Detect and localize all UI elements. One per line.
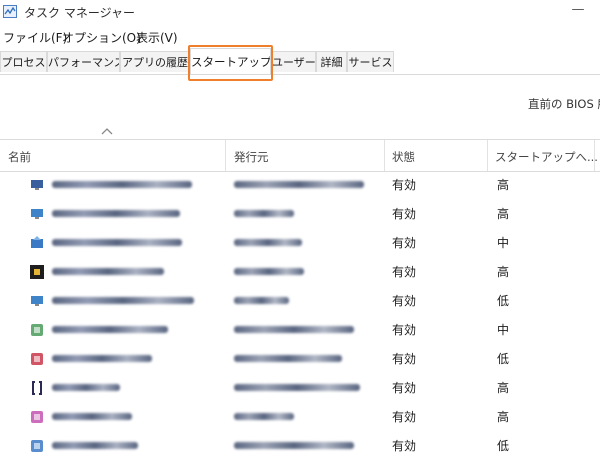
- redacted-app-name: [52, 384, 120, 391]
- redacted-app-name: [52, 268, 164, 275]
- tab-users[interactable]: ユーザー: [271, 51, 316, 72]
- redacted-app-name: [52, 355, 152, 362]
- startup-impact-cell: 高: [497, 178, 510, 192]
- status-cell: 有効: [392, 207, 417, 221]
- last-bios-time-label: 直前の BIOS 所: [528, 97, 600, 111]
- table-row[interactable]: 有効 高: [0, 170, 600, 199]
- startup-impact-cell: 高: [497, 381, 510, 395]
- status-cell: 有効: [392, 178, 417, 192]
- redacted-publisher: [234, 268, 304, 275]
- status-cell: 有効: [392, 323, 417, 337]
- redacted-publisher: [234, 442, 354, 449]
- status-cell: 有効: [392, 294, 417, 308]
- status-cell: 有効: [392, 265, 417, 279]
- table-row[interactable]: 有効 高: [0, 199, 600, 228]
- dark-box-icon: [29, 264, 45, 280]
- redacted-publisher: [234, 181, 364, 188]
- monitor-icon: [29, 206, 45, 222]
- menu-view[interactable]: 表示(V): [136, 29, 178, 46]
- status-cell: 有効: [392, 352, 417, 366]
- app-icon: [29, 438, 45, 454]
- redacted-app-name: [52, 297, 194, 304]
- table-row[interactable]: 有効 高: [0, 402, 600, 431]
- redacted-app-name: [52, 210, 180, 217]
- column-status[interactable]: 状態: [392, 149, 415, 165]
- startup-impact-cell: 中: [497, 323, 510, 337]
- redacted-publisher: [234, 297, 289, 304]
- column-divider[interactable]: [225, 140, 226, 171]
- column-name[interactable]: 名前: [8, 149, 31, 165]
- column-publisher[interactable]: 発行元: [234, 149, 269, 165]
- startup-impact-cell: 低: [497, 352, 510, 366]
- title-bar: タスク マネージャー —: [0, 0, 600, 24]
- table-row[interactable]: 有効 中: [0, 315, 600, 344]
- startup-impact-cell: 低: [497, 439, 510, 453]
- window-title: タスク マネージャー: [24, 6, 135, 20]
- tab-details[interactable]: 詳細: [316, 51, 347, 72]
- column-divider[interactable]: [594, 140, 595, 171]
- menu-file[interactable]: ファイル(F): [3, 29, 67, 46]
- redacted-publisher: [234, 413, 294, 420]
- sort-ascending-icon[interactable]: [101, 126, 113, 136]
- table-row[interactable]: 有効 低: [0, 344, 600, 373]
- column-startup-impact[interactable]: スタートアップへ...: [495, 149, 598, 165]
- redacted-publisher: [234, 384, 360, 391]
- installer-icon: [29, 235, 45, 251]
- startup-impact-cell: 高: [497, 265, 510, 279]
- tab-performance[interactable]: パフォーマンス: [47, 51, 120, 72]
- table-row[interactable]: 有効 低: [0, 431, 600, 460]
- redacted-publisher: [234, 239, 302, 246]
- redacted-publisher: [234, 326, 354, 333]
- bracket-icon: [29, 380, 45, 396]
- redacted-publisher: [234, 355, 342, 362]
- task-manager-icon: [3, 5, 17, 18]
- table-row[interactable]: 有効 低: [0, 286, 600, 315]
- startup-impact-cell: 低: [497, 294, 510, 308]
- status-cell: 有効: [392, 381, 417, 395]
- startup-impact-cell: 高: [497, 410, 510, 424]
- redacted-app-name: [52, 413, 132, 420]
- redacted-app-name: [52, 442, 138, 449]
- column-divider[interactable]: [384, 140, 385, 171]
- table-row[interactable]: 有効 中: [0, 228, 600, 257]
- redacted-publisher: [234, 210, 294, 217]
- tab-startup[interactable]: スタートアップ: [190, 48, 271, 74]
- table-row[interactable]: 有効 高: [0, 373, 600, 402]
- tab-processes[interactable]: プロセス: [0, 51, 47, 72]
- redacted-app-name: [52, 181, 192, 188]
- tab-app-history[interactable]: アプリの履歴: [120, 51, 190, 72]
- status-cell: 有効: [392, 410, 417, 424]
- status-cell: 有効: [392, 236, 417, 250]
- monitor-icon: [29, 293, 45, 309]
- app-icon: [29, 322, 45, 338]
- startup-impact-cell: 中: [497, 236, 510, 250]
- menu-options[interactable]: オプション(O): [62, 29, 141, 46]
- redacted-app-name: [52, 326, 168, 333]
- tab-services[interactable]: サービス: [347, 51, 394, 72]
- redacted-app-name: [52, 239, 182, 246]
- minimize-button[interactable]: —: [570, 2, 586, 20]
- app-icon: [29, 351, 45, 367]
- startup-impact-cell: 高: [497, 207, 510, 221]
- status-cell: 有効: [392, 439, 417, 453]
- monitor-icon: [29, 177, 45, 193]
- column-header-row: 名前 発行元 状態 スタートアップへ...: [0, 139, 600, 172]
- tab-bar: プロセス パフォーマンス アプリの履歴 スタートアップ ユーザー 詳細 サービス: [0, 48, 600, 75]
- table-row[interactable]: 有効 高: [0, 257, 600, 286]
- column-divider[interactable]: [487, 140, 488, 171]
- app-icon: [29, 409, 45, 425]
